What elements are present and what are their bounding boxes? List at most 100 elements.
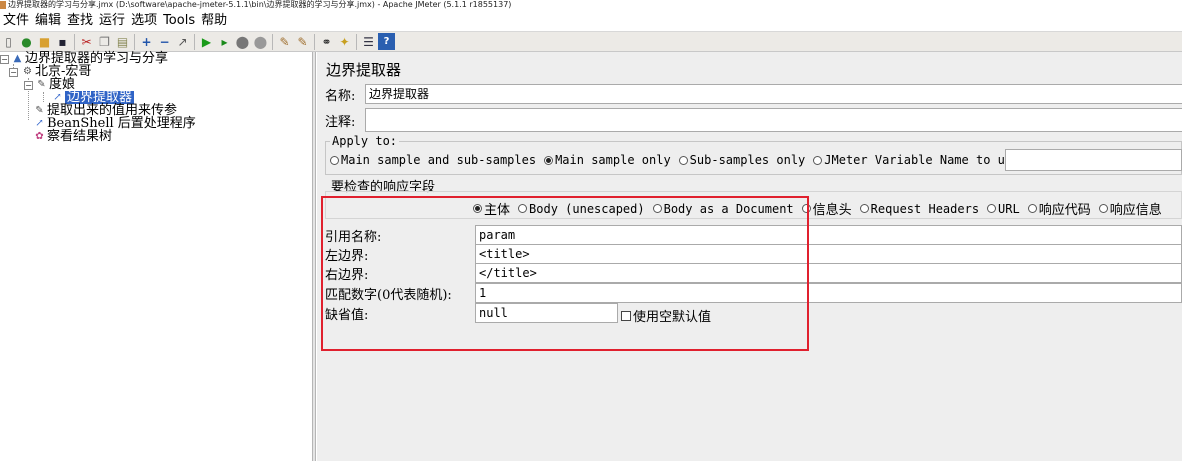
radio-request-headers[interactable]: Request Headers [859, 201, 980, 216]
left-boundary-label: 左边界: [325, 249, 369, 264]
toolbar-separator [356, 33, 357, 50]
menu-tools[interactable]: Tools [160, 12, 198, 30]
listener-icon: ✿ [35, 131, 44, 142]
clear-all-icon[interactable]: ✎ [294, 33, 311, 50]
window-title-bar: 边界提取器的学习与分享.jmx (D:\software\apache-jmet… [0, 0, 1182, 11]
panel-title: 边界提取器 [326, 61, 402, 79]
menu-help[interactable]: 帮助 [198, 12, 230, 30]
radio-jmeter-variable[interactable]: JMeter Variable Name to use [813, 153, 1019, 167]
reset-search-icon[interactable]: ✦ [336, 33, 353, 50]
comment-row: 注释: [325, 108, 1182, 132]
menu-run[interactable]: 运行 [96, 12, 128, 30]
response-field-options: 主体 Body (unescaped) Body as a Document 信… [473, 199, 1162, 218]
menu-bar: 文件 编辑 查找 运行 选项 Tools 帮助 [0, 11, 1182, 31]
comment-label: 注释: [325, 114, 356, 130]
default-value-field[interactable]: null [475, 303, 618, 323]
window-title: 边界提取器的学习与分享.jmx (D:\software\apache-jmet… [8, 0, 512, 9]
name-label: 名称: [325, 88, 356, 104]
new-icon[interactable]: ▯ [0, 33, 17, 50]
expand-icon[interactable]: + [138, 33, 155, 50]
post-processor-icon: ↗ [53, 92, 62, 103]
app-icon [0, 1, 6, 9]
splitter[interactable] [313, 52, 316, 461]
radio-circle [473, 204, 482, 213]
radio-label: 响应代码 [1038, 203, 1091, 218]
test-plan-tree: − ▲ 边界提取器的学习与分享 − ⚙ 北京-宏哥 − ✎ 度娘 ↗ 边界提取器… [0, 52, 313, 461]
shutdown-icon[interactable]: ⬤ [252, 33, 269, 50]
radio-main-only[interactable]: Main sample only [544, 153, 671, 167]
radio-circle [544, 155, 554, 165]
radio-label: Body (unescaped) [529, 201, 645, 216]
expander-icon[interactable]: − [0, 55, 9, 64]
name-field[interactable]: 边界提取器 [365, 84, 1182, 104]
menu-file[interactable]: 文件 [0, 12, 32, 30]
radio-label: Main sample and sub-samples [341, 153, 537, 167]
paste-icon[interactable]: ▤ [114, 33, 131, 50]
radio-circle [1027, 204, 1037, 213]
collapse-icon[interactable]: − [156, 33, 173, 50]
radio-main-and-sub[interactable]: Main sample and sub-samples [330, 153, 536, 167]
right-boundary-field[interactable]: </title> [475, 263, 1182, 283]
radio-url[interactable]: URL [987, 202, 1020, 216]
radio-sub-only[interactable]: Sub-samples only [678, 153, 805, 167]
radio-circle [987, 204, 997, 213]
clear-icon[interactable]: ✎ [276, 33, 293, 50]
radio-label: 响应信息 [1109, 203, 1162, 218]
radio-circle [518, 204, 528, 213]
radio-label: Main sample only [555, 153, 671, 167]
left-boundary-field[interactable]: <title> [475, 244, 1182, 264]
expander-icon[interactable]: − [24, 81, 33, 90]
apply-to-options: Main sample and sub-samples Main sample … [330, 153, 1019, 167]
radio-circle [813, 155, 823, 165]
jmeter-variable-name-field[interactable] [1005, 149, 1182, 171]
element-editor: 边界提取器 名称: 边界提取器 注释: Apply to: Main sampl… [317, 52, 1182, 461]
radio-circle [652, 204, 662, 213]
radio-label: 主体 [484, 203, 511, 218]
radio-label: Body as a Document [663, 201, 794, 216]
post-processor-icon: ↗ [35, 118, 44, 129]
match-no-field[interactable]: 1 [475, 283, 1182, 303]
radio-label: JMeter Variable Name to use [824, 153, 1020, 167]
radio-response-code[interactable]: 响应代码 [1027, 199, 1091, 218]
radio-label: 信息头 [812, 203, 852, 218]
cut-icon[interactable]: ✂ [78, 33, 95, 50]
stop-icon[interactable]: ⬤ [234, 33, 251, 50]
expander-icon[interactable]: − [9, 68, 18, 77]
test-plan-icon: ▲ [13, 53, 22, 64]
toolbar-separator [74, 33, 75, 50]
open-icon[interactable]: ■ [36, 33, 53, 50]
help-icon[interactable]: ? [378, 33, 395, 50]
post-processor-icon: ✎ [35, 105, 44, 116]
radio-label: Request Headers [870, 201, 980, 216]
radio-headers[interactable]: 信息头 [801, 199, 852, 218]
start-icon[interactable]: ▶ [198, 33, 215, 50]
function-helper-icon[interactable]: ☰ [360, 33, 377, 50]
radio-label: URL [998, 201, 1020, 216]
ref-name-label: 引用名称: [325, 230, 382, 245]
radio-response-message[interactable]: 响应信息 [1098, 199, 1162, 218]
comment-field[interactable] [365, 108, 1182, 132]
toolbar-separator [134, 33, 135, 50]
copy-icon[interactable]: ❐ [96, 33, 113, 50]
radio-body[interactable]: 主体 [473, 199, 510, 218]
name-row: 名称: 边界提取器 [325, 84, 1182, 104]
tree-node-label: 察看结果树 [47, 129, 113, 144]
toolbar-separator [314, 33, 315, 50]
templates-icon[interactable]: ● [18, 33, 35, 50]
radio-circle [859, 204, 869, 213]
menu-search[interactable]: 查找 [64, 12, 96, 30]
radio-body-as-document[interactable]: Body as a Document [652, 201, 794, 216]
ref-name-field[interactable]: param [475, 225, 1182, 245]
toggle-icon[interactable]: ↗ [174, 33, 191, 50]
search-icon[interactable]: ⚭ [318, 33, 335, 50]
menu-edit[interactable]: 编辑 [32, 12, 64, 30]
tree-node-listener[interactable]: ✿ 察看结果树 [34, 130, 112, 143]
use-empty-default-checkbox[interactable]: 使用空默认值 [621, 306, 711, 325]
apply-to-label: Apply to: [330, 134, 400, 148]
radio-body-unescaped[interactable]: Body (unescaped) [518, 202, 645, 216]
menu-options[interactable]: 选项 [128, 12, 160, 30]
start-no-pause-icon[interactable]: ▸ [216, 33, 233, 50]
radio-circle [330, 155, 339, 165]
gear-icon: ⚙ [23, 66, 32, 77]
save-icon[interactable]: ▪ [54, 33, 71, 50]
